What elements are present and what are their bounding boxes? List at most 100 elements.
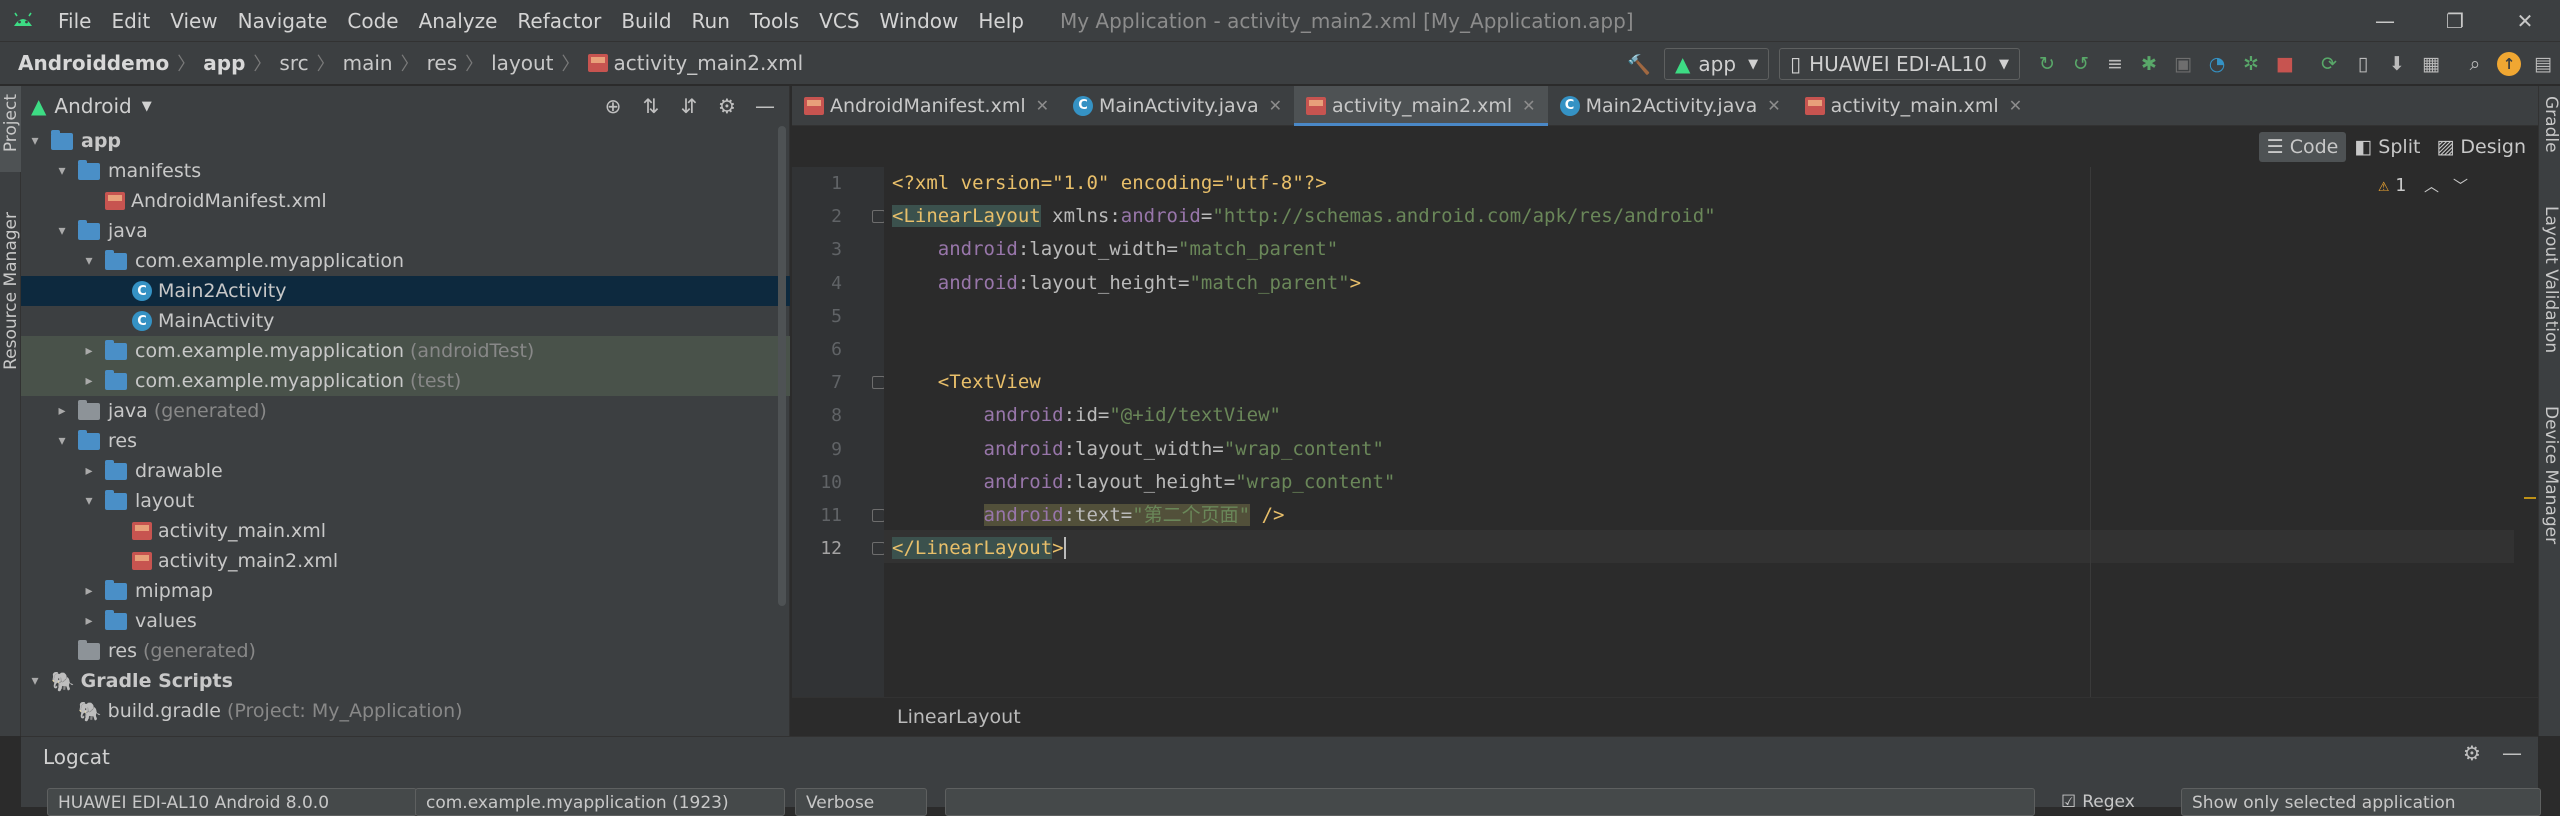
- menu-window[interactable]: Window: [870, 9, 969, 33]
- close-tab-icon[interactable]: ✕: [2009, 96, 2022, 115]
- chevron-down-icon[interactable]: ▾: [52, 163, 72, 179]
- build-hammer-icon[interactable]: 🔨: [1622, 47, 1656, 81]
- chevron-right-icon[interactable]: ▸: [79, 583, 99, 599]
- project-tool-button[interactable]: Project: [0, 86, 21, 172]
- chevron-right-icon[interactable]: ▸: [79, 373, 99, 389]
- apply-code-changes-icon[interactable]: ≡: [2098, 47, 2132, 81]
- menu-file[interactable]: File: [48, 9, 101, 33]
- device-dropdown[interactable]: ▯ HUAWEI EDI-AL10 ▼: [1779, 48, 2020, 80]
- project-scrollbar[interactable]: [778, 126, 786, 606]
- line-number-gutter[interactable]: 1 2 3 4 5 6 7 8 9 10 11 12: [792, 167, 885, 697]
- menu-vcs[interactable]: VCS: [809, 9, 869, 33]
- tree-item[interactable]: C MainActivity: [21, 306, 790, 336]
- tree-item[interactable]: ▾ com.example.myapplication: [21, 246, 790, 276]
- tree-item[interactable]: ▸ java (generated): [21, 396, 790, 426]
- editor-scrollbar[interactable]: [2522, 167, 2536, 697]
- tree-item[interactable]: ▸ mipmap: [21, 576, 790, 606]
- logcat-device-select[interactable]: HUAWEI EDI-AL10 Android 8.0.0: [47, 788, 417, 816]
- tree-item[interactable]: ▸ com.example.myapplication (androidTest): [21, 336, 790, 366]
- chevron-right-icon[interactable]: ▸: [79, 343, 99, 359]
- gradle-tool-label[interactable]: Gradle: [2541, 96, 2560, 153]
- attach-debugger-icon[interactable]: ▣: [2166, 47, 2200, 81]
- editor-breadcrumb-item[interactable]: LinearLayout: [897, 706, 1021, 728]
- tree-item[interactable]: AndroidManifest.xml: [21, 186, 790, 216]
- breadcrumb-main[interactable]: main: [343, 51, 393, 75]
- chevron-down-icon[interactable]: ▾: [79, 493, 99, 509]
- menu-refactor[interactable]: Refactor: [507, 9, 611, 33]
- logcat-search-input[interactable]: [945, 788, 2035, 816]
- breadcrumb-project[interactable]: Androiddemo: [18, 51, 169, 75]
- view-mode-dropdown[interactable]: Android: [54, 94, 131, 118]
- sdk-manager-icon[interactable]: ⬇: [2380, 47, 2414, 81]
- tree-item[interactable]: res (generated): [21, 636, 790, 666]
- close-tab-icon[interactable]: ✕: [1036, 96, 1049, 115]
- device-manager-tool-label[interactable]: Device Manager: [2541, 406, 2560, 544]
- regex-checkbox[interactable]: ☑ Regex: [2051, 788, 2181, 816]
- chevron-right-icon[interactable]: ▸: [79, 613, 99, 629]
- menu-navigate[interactable]: Navigate: [228, 9, 338, 33]
- menu-view[interactable]: View: [160, 9, 227, 33]
- menu-build[interactable]: Build: [611, 9, 681, 33]
- menu-run[interactable]: Run: [682, 9, 740, 33]
- breadcrumb-app[interactable]: app: [203, 51, 245, 75]
- logcat-level-select[interactable]: Verbose: [795, 788, 927, 816]
- chevron-down-icon[interactable]: ▾: [79, 253, 99, 269]
- maximize-button[interactable]: ❐: [2420, 0, 2490, 41]
- gear-icon[interactable]: ⚙: [708, 94, 746, 118]
- chevron-down-icon[interactable]: ▼: [142, 99, 152, 114]
- hide-panel-icon[interactable]: —: [746, 94, 784, 118]
- inspection-widget[interactable]: ⚠ 1 ︿ ﹀: [2378, 175, 2468, 196]
- hide-panel-icon[interactable]: —: [2492, 741, 2532, 765]
- tree-item[interactable]: activity_main2.xml: [21, 546, 790, 576]
- tree-item[interactable]: ▾ manifests: [21, 156, 790, 186]
- close-tab-icon[interactable]: ✕: [1522, 96, 1535, 115]
- profile-icon[interactable]: ◔: [2200, 47, 2234, 81]
- design-mode-button[interactable]: ▨ Design: [2428, 132, 2534, 162]
- project-structure-icon[interactable]: ▦: [2414, 47, 2448, 81]
- device-manager-icon[interactable]: ▯: [2346, 47, 2380, 81]
- settings-icon[interactable]: ▤: [2526, 47, 2560, 81]
- editor-tab[interactable]: C Main2Activity.java ✕: [1548, 86, 1793, 125]
- logcat-filter-select[interactable]: Show only selected application: [2181, 788, 2541, 816]
- breadcrumb-src[interactable]: src: [279, 51, 308, 75]
- tree-item[interactable]: ▾ layout: [21, 486, 790, 516]
- editor-tab[interactable]: activity_main2.xml ✕: [1294, 86, 1548, 126]
- menu-code[interactable]: Code: [337, 9, 408, 33]
- stop-icon[interactable]: ■: [2268, 47, 2302, 81]
- menu-edit[interactable]: Edit: [101, 9, 160, 33]
- split-mode-button[interactable]: ◧ Split: [2346, 132, 2428, 162]
- menu-tools[interactable]: Tools: [740, 9, 809, 33]
- tree-item[interactable]: ▸ com.example.myapplication (test): [21, 366, 790, 396]
- editor-tab[interactable]: AndroidManifest.xml ✕: [792, 86, 1061, 125]
- chevron-right-icon[interactable]: ▸: [79, 463, 99, 479]
- menu-help[interactable]: Help: [968, 9, 1034, 33]
- code-editor[interactable]: ⚠ 1 ︿ ﹀ <?xml version="1.0" encoding="ut…: [884, 167, 2538, 697]
- chevron-down-icon[interactable]: ▾: [52, 433, 72, 449]
- tree-item[interactable]: ▾ res: [21, 426, 790, 456]
- updates-icon[interactable]: ↑: [2492, 47, 2526, 81]
- breadcrumb-file[interactable]: activity_main2.xml: [614, 51, 804, 75]
- chevron-down-icon[interactable]: ▾: [52, 223, 72, 239]
- close-tab-icon[interactable]: ✕: [1767, 96, 1780, 115]
- editor-tab[interactable]: activity_main.xml ✕: [1793, 86, 2034, 125]
- menu-analyze[interactable]: Analyze: [409, 9, 508, 33]
- breadcrumb-layout[interactable]: layout: [491, 51, 553, 75]
- rerun-icon[interactable]: ↻: [2030, 47, 2064, 81]
- logcat-process-select[interactable]: com.example.myapplication (1923): [415, 788, 785, 816]
- tree-item[interactable]: 🐘 build.gradle (Project: My_Application): [21, 696, 790, 726]
- tree-item[interactable]: C Main2Activity: [21, 276, 790, 306]
- tree-item[interactable]: ▾ java: [21, 216, 790, 246]
- code-mode-button[interactable]: ☰ Code: [2258, 132, 2347, 162]
- search-icon[interactable]: ⌕: [2458, 47, 2492, 81]
- chevron-right-icon[interactable]: ▸: [52, 403, 72, 419]
- collapse-all-icon[interactable]: ⇵: [670, 94, 708, 118]
- gear-icon[interactable]: ⚙: [2452, 741, 2492, 765]
- warning-stripe-marker[interactable]: [2524, 497, 2536, 499]
- debug-process-icon[interactable]: ✲: [2234, 47, 2268, 81]
- expand-all-icon[interactable]: ⇅: [632, 94, 670, 118]
- apply-changes-icon[interactable]: ↺: [2064, 47, 2098, 81]
- tree-item[interactable]: ▸ drawable: [21, 456, 790, 486]
- tree-item[interactable]: ▸ values: [21, 606, 790, 636]
- chevron-down-icon[interactable]: ﹀: [2453, 175, 2468, 196]
- debug-icon[interactable]: ✱: [2132, 47, 2166, 81]
